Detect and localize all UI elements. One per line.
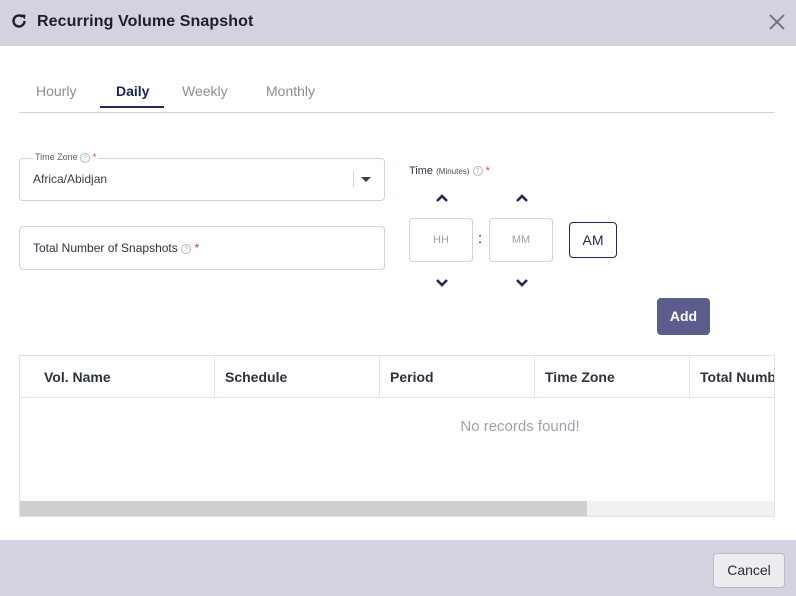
minute-input[interactable]: MM	[489, 218, 553, 262]
time-label: Time (Minutes) ? *	[409, 165, 490, 177]
total-snapshots-label: Total Number of Snapshots ? *	[33, 241, 200, 255]
dialog-title: Recurring Volume Snapshot	[37, 13, 254, 30]
column-vol-name[interactable]: Vol. Name	[20, 356, 215, 398]
minute-increment-icon[interactable]	[515, 193, 529, 203]
hour-input[interactable]: HH	[409, 218, 473, 262]
active-tab-indicator	[100, 106, 164, 108]
help-icon: ?	[181, 243, 192, 254]
column-time-zone[interactable]: Time Zone	[535, 356, 690, 398]
column-period[interactable]: Period	[380, 356, 535, 398]
required-mark: *	[485, 165, 490, 177]
minute-decrement-icon[interactable]	[515, 278, 529, 288]
hour-decrement-icon[interactable]	[435, 278, 449, 288]
time-zone-label: Time Zone ? *	[33, 152, 99, 163]
chevron-down-icon[interactable]	[361, 177, 371, 182]
scrollbar-thumb[interactable]	[20, 501, 587, 516]
required-mark: *	[194, 241, 200, 255]
refresh-icon[interactable]	[10, 12, 28, 30]
table-header: Vol. Name Schedule Period Time Zone Tota…	[20, 356, 774, 398]
am-pm-toggle[interactable]: AM	[569, 222, 617, 258]
column-total-number[interactable]: Total Numb	[690, 356, 774, 398]
time-unit: (Minutes)	[436, 167, 470, 176]
help-icon: ?	[80, 152, 91, 163]
column-schedule[interactable]: Schedule	[215, 356, 380, 398]
schedule-table: Vol. Name Schedule Period Time Zone Tota…	[19, 355, 775, 517]
time-zone-value: Africa/Abidjan	[33, 172, 108, 186]
tab-weekly[interactable]: Weekly	[182, 83, 228, 99]
tab-hourly[interactable]: Hourly	[36, 83, 76, 99]
tab-monthly[interactable]: Monthly	[266, 83, 315, 99]
horizontal-scrollbar[interactable]	[20, 501, 774, 516]
empty-message: No records found!	[460, 418, 580, 435]
required-mark: *	[92, 152, 97, 162]
frequency-tabs: Hourly Daily Weekly Monthly	[19, 78, 775, 113]
hour-increment-icon[interactable]	[435, 193, 449, 203]
tab-daily[interactable]: Daily	[116, 83, 149, 99]
time-separator: :	[478, 230, 483, 247]
close-icon[interactable]	[768, 13, 786, 31]
cancel-button[interactable]: Cancel	[713, 553, 785, 588]
select-divider	[353, 171, 354, 187]
dialog-header: Recurring Volume Snapshot	[0, 0, 796, 46]
dialog-footer: Cancel	[0, 540, 796, 596]
help-icon: ?	[472, 166, 483, 177]
add-button[interactable]: Add	[657, 298, 710, 335]
